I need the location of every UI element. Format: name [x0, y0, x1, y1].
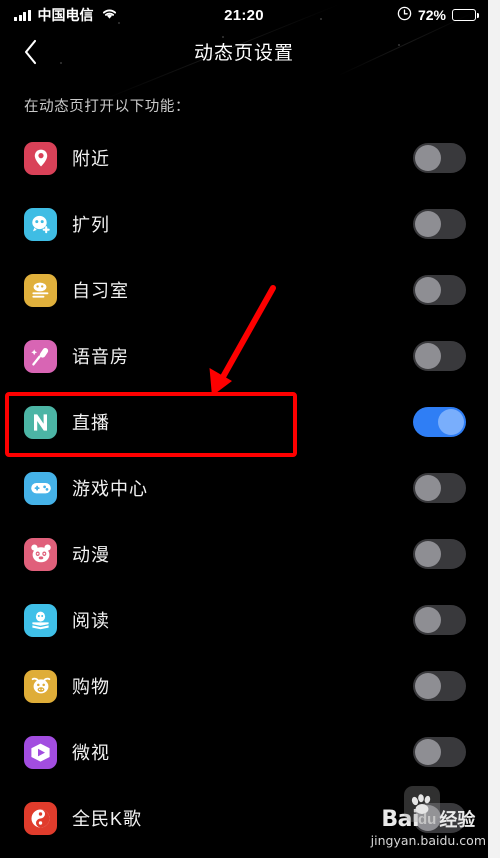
toggle-switch-动漫[interactable] — [413, 539, 466, 569]
page-scrollbar[interactable] — [488, 0, 500, 858]
watermark-url: jingyan.baidu.com — [370, 833, 486, 848]
toggle-knob — [438, 409, 464, 435]
study-room-icon — [24, 273, 57, 307]
toggle-switch-阅读[interactable] — [413, 605, 466, 635]
feature-row-阅读[interactable]: 阅读 — [0, 587, 488, 653]
watermark-suffix: 经验 — [439, 810, 476, 830]
live-stream-icon — [24, 405, 57, 439]
feature-row-附近[interactable]: 附近 — [0, 125, 488, 191]
feature-row-游戏中心[interactable]: 游戏中心 — [0, 455, 488, 521]
feature-label: 购物 — [72, 677, 110, 697]
page-title: 动态页设置 — [193, 43, 294, 64]
toggle-knob — [415, 475, 441, 501]
feature-list: 附近扩列自习室语音房直播游戏中心动漫阅读购物微视全民K歌 — [0, 125, 488, 851]
karaoke-icon — [24, 801, 57, 835]
toggle-switch-语音房[interactable] — [413, 341, 466, 371]
toggle-switch-附近[interactable] — [413, 143, 466, 173]
cow-icon — [24, 669, 57, 703]
feature-label: 直播 — [72, 413, 110, 433]
watermark: Bai du 经验 jingyan.baidu.com — [370, 786, 486, 848]
toggle-knob — [415, 211, 441, 237]
battery-icon — [452, 9, 479, 21]
toggle-knob — [415, 343, 441, 369]
phone-screen: 中国电信 21:20 72% 动态页设置 在动态页打开以下功能： 附近 扩列 自… — [0, 0, 500, 858]
toggle-knob — [415, 673, 441, 699]
section-header: 在动态页打开以下功能： — [24, 99, 191, 115]
feature-label: 阅读 — [72, 611, 110, 631]
status-bar: 中国电信 21:20 72% — [0, 0, 488, 30]
add-friend-icon — [24, 207, 57, 241]
gamepad-icon — [24, 471, 57, 505]
status-bar-clock: 21:20 — [224, 6, 264, 24]
location-pin-icon — [24, 141, 57, 175]
penguin-book-icon — [24, 603, 57, 637]
watermark-du: du — [417, 810, 437, 828]
toggle-switch-自习室[interactable] — [413, 275, 466, 305]
panda-icon — [24, 537, 57, 571]
settings-content: 在动态页打开以下功能： 附近扩列自习室语音房直播游戏中心动漫阅读购物微视全民K歌 — [0, 78, 488, 858]
feature-label: 附近 — [72, 149, 110, 169]
toggle-knob — [415, 739, 441, 765]
feature-row-微视[interactable]: 微视 — [0, 719, 488, 785]
feature-label: 动漫 — [72, 545, 110, 565]
watermark-brand: Bai du 经验 — [371, 806, 486, 832]
feature-row-自习室[interactable]: 自习室 — [0, 257, 488, 323]
feature-label: 扩列 — [72, 215, 110, 235]
feature-row-直播[interactable]: 直播 — [0, 389, 488, 455]
feature-label: 语音房 — [72, 347, 129, 367]
feature-label: 游戏中心 — [72, 479, 148, 499]
toggle-knob — [415, 607, 441, 633]
toggle-knob — [415, 277, 441, 303]
feature-row-语音房[interactable]: 语音房 — [0, 323, 488, 389]
toggle-knob — [415, 541, 441, 567]
feature-row-动漫[interactable]: 动漫 — [0, 521, 488, 587]
feature-label: 微视 — [72, 743, 110, 763]
weishi-play-icon — [24, 735, 57, 769]
toggle-switch-扩列[interactable] — [413, 209, 466, 239]
feature-row-购物[interactable]: 购物 — [0, 653, 488, 719]
toggle-knob — [415, 145, 441, 171]
microphone-icon — [24, 339, 57, 373]
toggle-switch-游戏中心[interactable] — [413, 473, 466, 503]
feature-label: 自习室 — [72, 281, 129, 301]
toggle-switch-购物[interactable] — [413, 671, 466, 701]
feature-row-扩列[interactable]: 扩列 — [0, 191, 488, 257]
toggle-switch-微视[interactable] — [413, 737, 466, 767]
feature-label: 全民K歌 — [72, 809, 143, 829]
toggle-switch-直播[interactable] — [413, 407, 466, 437]
navigation-bar: 动态页设置 — [0, 30, 488, 78]
